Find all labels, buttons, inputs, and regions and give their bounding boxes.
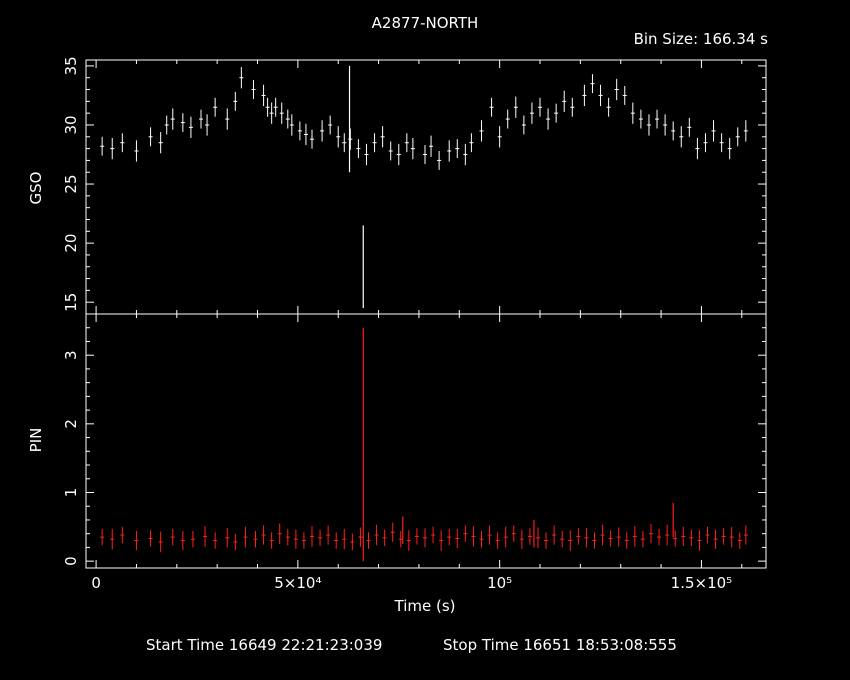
x-tick-label: 5×10⁴ <box>274 574 321 592</box>
gso-ytick-label: 30 <box>62 115 80 134</box>
gso-ytick-label: 35 <box>62 56 80 75</box>
start-time-label: Start Time 16649 22:21:23:039 <box>146 636 383 654</box>
gso-ytick-label: 25 <box>62 174 80 193</box>
x-axis-label: Time (s) <box>394 597 456 615</box>
x-tick-label: 10⁵ <box>487 574 512 592</box>
gso-ytick-label: 20 <box>62 234 80 253</box>
pin-ytick-label: 3 <box>62 350 80 360</box>
stop-time-label: Stop Time 16651 18:53:08:555 <box>443 636 677 654</box>
pin-axis-label: PIN <box>27 427 45 453</box>
bin-size-label: Bin Size: 166.34 s <box>633 30 768 48</box>
pin-ytick-label: 1 <box>62 488 80 498</box>
x-tick-label: 1.5×10⁵ <box>671 574 733 592</box>
gso-axis-label: GSO <box>27 171 45 205</box>
lightcurve-plot: 1520253035 01230 5×10⁴ 10⁵ 1.5×10⁵ <box>0 0 850 680</box>
pin-ytick-label: 2 <box>62 419 80 429</box>
pin-ytick-label: 0 <box>62 556 80 566</box>
x-tick-label: 0 <box>91 574 101 592</box>
gso-ytick-label: 15 <box>62 293 80 312</box>
